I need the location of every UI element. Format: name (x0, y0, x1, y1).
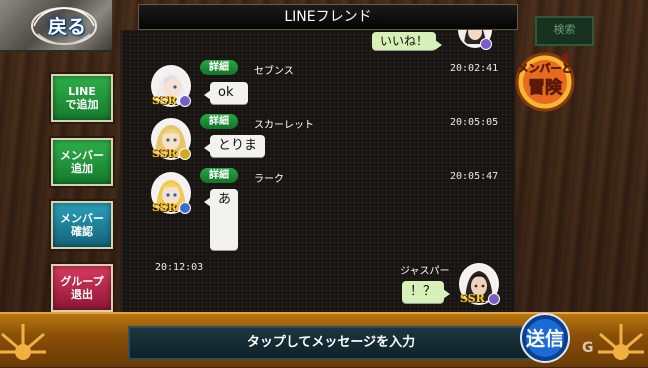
message-input[interactable]: タップしてメッセージを入力 (128, 326, 534, 360)
button-label-line2: で追加 (65, 98, 99, 111)
watermark: G (582, 340, 594, 356)
detail-button[interactable]: 詳細 (200, 114, 238, 129)
attribute-badge-icon (179, 148, 191, 160)
button-label-line1: メンバー (60, 212, 104, 225)
button-label-line1: グループ (60, 275, 104, 288)
chat-log[interactable]: いいね！ SSR 詳細 セブンス 20:02:41 ok SSR 詳細 スカーレ… (120, 12, 516, 312)
check-member-button[interactable]: メンバー 確認 (51, 201, 113, 249)
message-text: ok (218, 85, 234, 100)
button-label-line1: メンバー (60, 149, 104, 162)
rarity-badge: SSR (152, 147, 177, 160)
send-button-icon: 送信 (520, 313, 570, 363)
message-text: あ (218, 192, 232, 207)
message-bubble: ok (204, 82, 248, 104)
timestamp: 20:02:41 (450, 63, 499, 74)
message-bubble: あ (204, 189, 238, 250)
sun-ornament-icon (0, 324, 46, 360)
emblem-line1: メンバーと (518, 62, 573, 75)
timestamp: 20:12:03 (155, 262, 204, 273)
send-label: 送信 (526, 327, 564, 350)
attribute-badge-icon (488, 293, 500, 305)
message-text: とりま (218, 138, 258, 153)
message-text: いいね！ (380, 34, 429, 48)
message-bubble: ！？ (402, 281, 451, 303)
sender-name: スカーレット (254, 120, 314, 131)
page-title: LINEフレンド (138, 4, 518, 30)
attribute-badge-icon (480, 38, 492, 50)
message-bubble: とりま (203, 135, 266, 157)
button-label-line1: LINE (68, 85, 96, 98)
search-button[interactable]: 検索 (535, 16, 594, 46)
button-label-line2: 追加 (71, 162, 93, 175)
detail-button[interactable]: 詳細 (200, 168, 238, 183)
send-button[interactable]: 送信 (516, 312, 574, 364)
leave-group-button[interactable]: グループ 退出 (51, 264, 113, 312)
rarity-badge: SSR (152, 94, 177, 107)
attribute-badge-icon (179, 202, 191, 214)
sender-name: ジャスパー (400, 266, 450, 277)
attribute-badge-icon (179, 95, 191, 107)
sender-name: セブンス (254, 66, 294, 77)
rarity-badge: SSR (152, 201, 177, 214)
message-bubble: いいね！ (372, 32, 443, 50)
rarity-badge: SSR (460, 292, 485, 305)
add-member-button[interactable]: メンバー 追加 (51, 138, 113, 186)
timestamp: 20:05:47 (450, 171, 499, 182)
timestamp: 20:05:05 (450, 117, 499, 128)
sender-name: ラーク (254, 174, 284, 185)
emblem-line2: 冒険 (528, 77, 563, 98)
button-label-line2: 確認 (71, 225, 93, 238)
add-via-line-button[interactable]: LINE で追加 (51, 74, 113, 122)
message-text: ！？ (410, 284, 437, 299)
back-label: 戻る (48, 16, 87, 38)
back-button[interactable]: 戻る (0, 0, 112, 52)
button-label-line2: 退出 (71, 288, 93, 301)
detail-button[interactable]: 詳細 (200, 60, 238, 75)
adventure-with-members-button[interactable]: メンバーと 冒険 (511, 48, 579, 112)
adventure-emblem-icon: メンバーと 冒険 (515, 52, 575, 112)
